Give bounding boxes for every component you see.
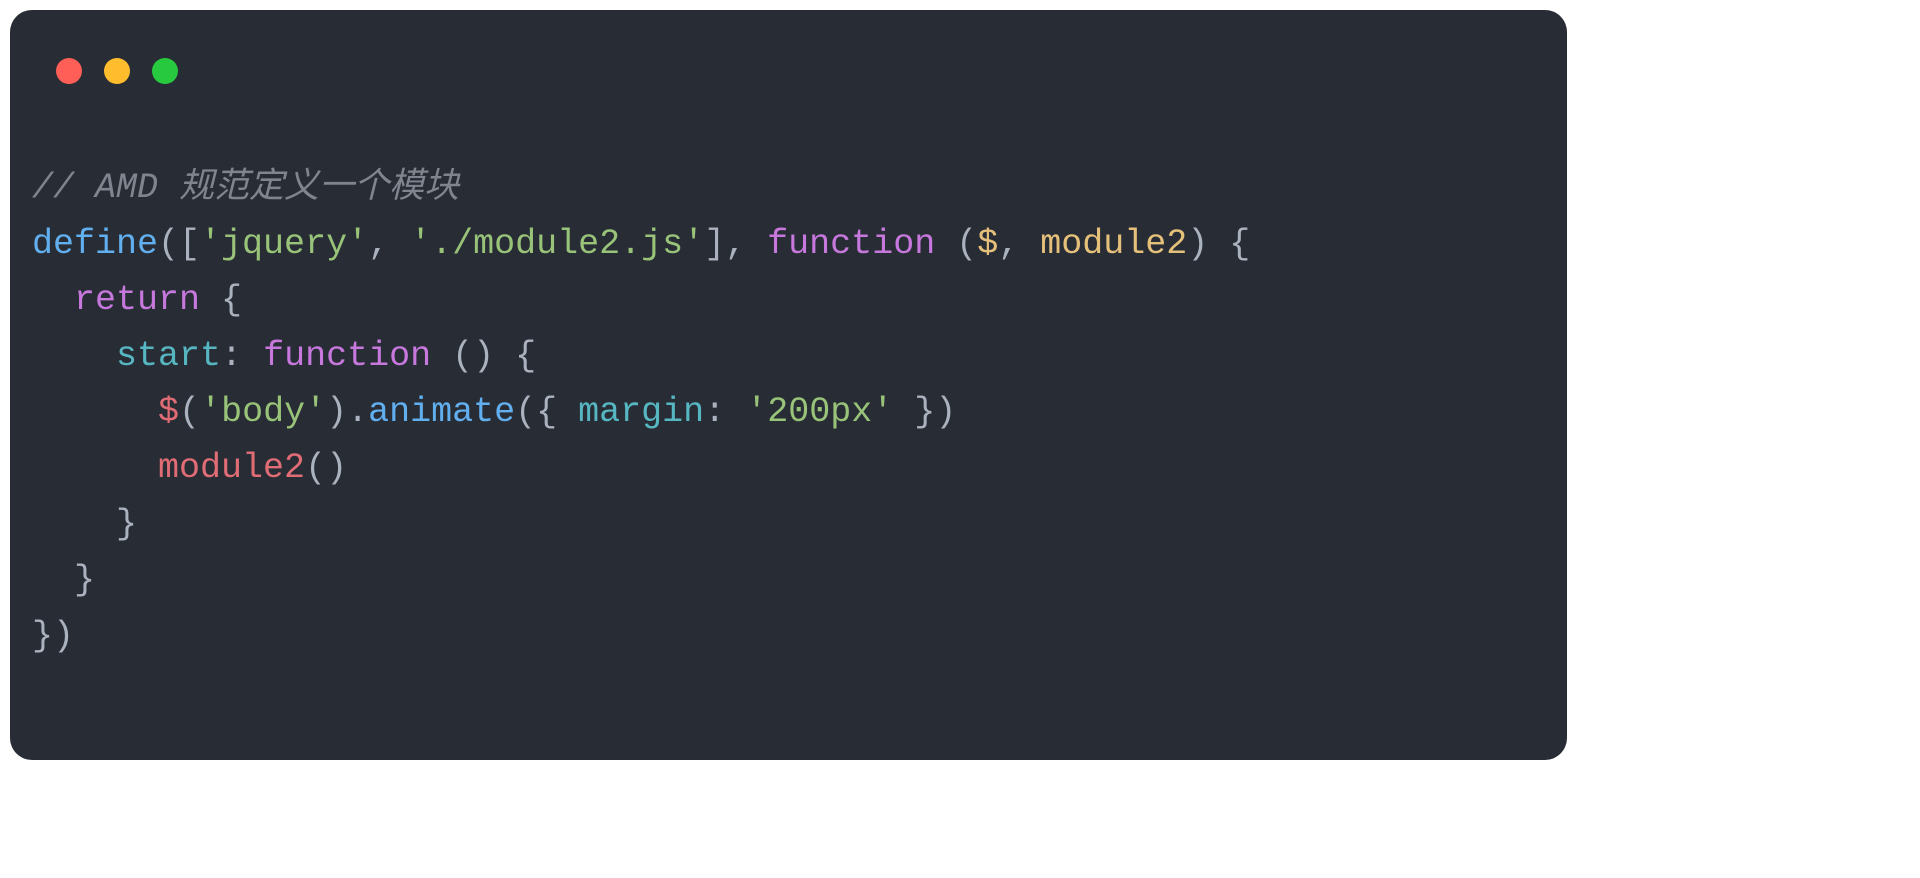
token-punct: :	[221, 336, 263, 376]
token-punct: () {	[431, 336, 536, 376]
token-punct: ).	[326, 392, 368, 432]
token-call: module2	[158, 448, 305, 488]
token-punct: })	[893, 392, 956, 432]
token-punct: ],	[704, 224, 767, 264]
token-punct: {	[200, 280, 242, 320]
token-punct: ) {	[1187, 224, 1250, 264]
indent	[32, 336, 116, 376]
token-method: animate	[368, 392, 515, 432]
token-string: 'body'	[200, 392, 326, 432]
minimize-icon[interactable]	[104, 58, 130, 84]
token-punct: })	[32, 616, 74, 656]
token-punct: ({	[515, 392, 578, 432]
token-punct: (	[179, 392, 200, 432]
token-return: return	[74, 280, 200, 320]
token-punct: ([	[158, 224, 200, 264]
token-define: define	[32, 224, 158, 264]
close-icon[interactable]	[56, 58, 82, 84]
token-punct: ,	[998, 224, 1040, 264]
code-block: // AMD 规范定义一个模块 define(['jquery', './mod…	[32, 160, 1250, 664]
code-window: // AMD 规范定义一个模块 define(['jquery', './mod…	[10, 10, 1567, 760]
indent	[32, 280, 74, 320]
code-comment: // AMD 规范定义一个模块	[32, 168, 459, 208]
token-string: '200px'	[746, 392, 893, 432]
token-param: module2	[1040, 224, 1187, 264]
token-function-kw: function	[263, 336, 431, 376]
token-punct: (	[956, 224, 977, 264]
token-punct: ,	[368, 224, 410, 264]
token-punct: ()	[305, 448, 347, 488]
indent	[32, 448, 158, 488]
traffic-lights	[56, 58, 178, 84]
token-string: './module2.js'	[410, 224, 704, 264]
token-punct: }	[74, 560, 95, 600]
token-key: start	[116, 336, 221, 376]
token-string: 'jquery'	[200, 224, 368, 264]
indent	[32, 560, 74, 600]
token-function-kw: function	[767, 224, 935, 264]
token-key: margin	[578, 392, 704, 432]
indent	[32, 504, 116, 544]
token-punct	[935, 224, 956, 264]
token-punct: :	[704, 392, 746, 432]
indent	[32, 392, 158, 432]
zoom-icon[interactable]	[152, 58, 178, 84]
token-param: $	[977, 224, 998, 264]
token-call: $	[158, 392, 179, 432]
token-punct: }	[116, 504, 137, 544]
